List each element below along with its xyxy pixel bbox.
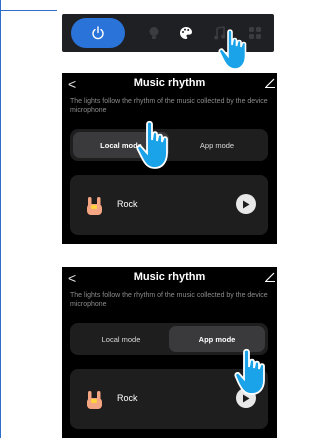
item-label: Rock — [117, 199, 138, 209]
description-text: The lights follow the rhythm of the musi… — [70, 292, 268, 308]
list-item-rock[interactable]: Rock — [70, 175, 268, 235]
play-icon — [243, 200, 250, 208]
power-icon — [92, 26, 104, 40]
bulb-icon — [149, 27, 159, 39]
page-title: Music rhythm — [133, 77, 206, 89]
power-button[interactable] — [71, 18, 125, 48]
palette-button[interactable] — [177, 24, 195, 42]
description-text: The lights follow the rhythm of the musi… — [70, 98, 268, 114]
item-label: Rock — [117, 393, 138, 403]
top-border-line — [0, 10, 57, 11]
rock-hand-icon — [87, 197, 102, 215]
panel-header: < Music rhythm — [62, 267, 277, 289]
edit-icon[interactable] — [265, 272, 275, 282]
page-title: Music rhythm — [133, 271, 206, 283]
palette-icon — [180, 27, 192, 39]
pointer-hand-icon — [136, 120, 168, 169]
left-border-line — [0, 0, 1, 438]
tab-app-mode[interactable]: App mode — [169, 132, 265, 158]
panel-header: < Music rhythm — [62, 73, 277, 95]
bulb-button[interactable] — [145, 24, 163, 42]
tab-local-mode[interactable]: Local mode — [73, 326, 169, 352]
rock-hand-icon — [87, 391, 102, 409]
play-button[interactable] — [236, 194, 256, 214]
pointer-hand-icon — [234, 348, 265, 395]
edit-icon[interactable] — [265, 78, 275, 88]
pointer-hand-icon — [218, 29, 247, 70]
